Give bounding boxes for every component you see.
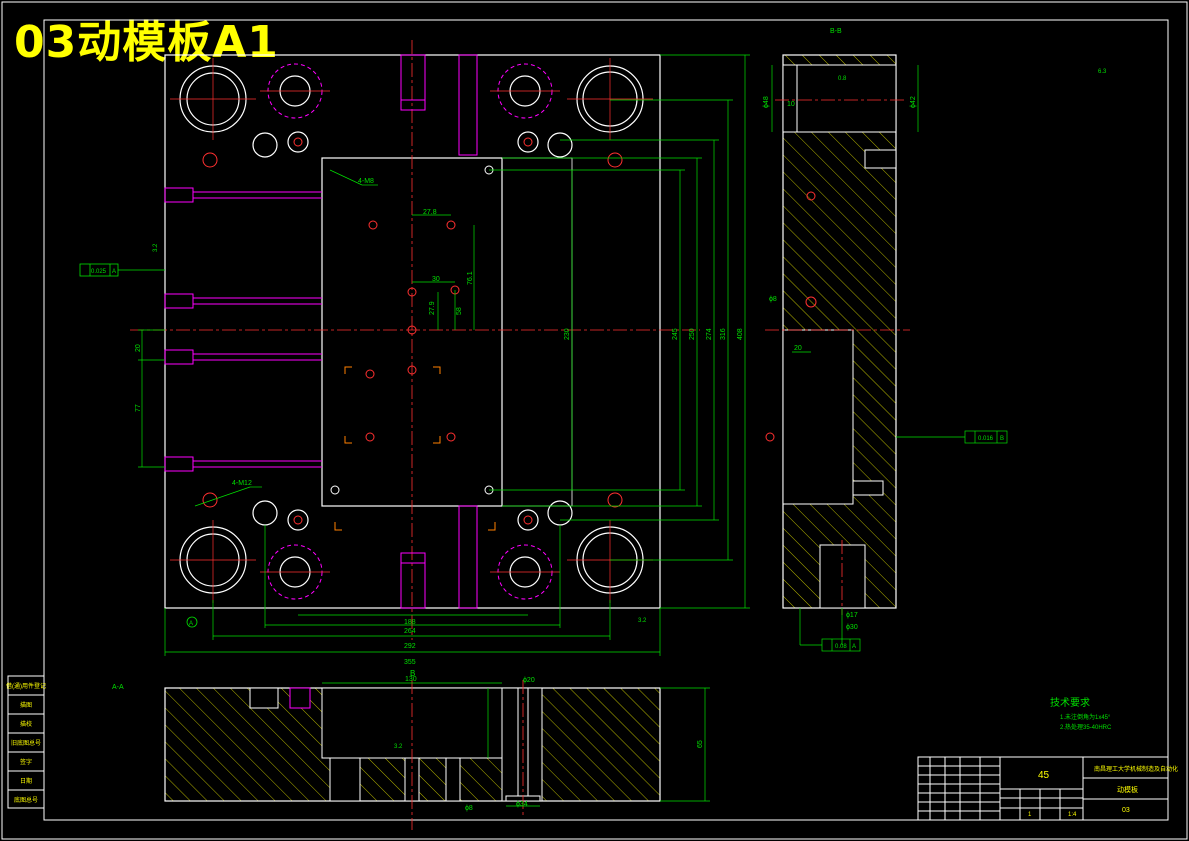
thread-callout-m8: 4-M8 bbox=[358, 178, 374, 185]
dim-76-1: 76.1 bbox=[467, 271, 474, 285]
dim-phi48: ϕ48 bbox=[763, 96, 770, 108]
dim-58: 58 bbox=[456, 307, 463, 315]
dim-30: 30 bbox=[432, 276, 440, 283]
dim-188: 188 bbox=[404, 619, 416, 626]
dim-20: 20 bbox=[135, 344, 142, 352]
dim-20-side: 20 bbox=[794, 345, 802, 352]
dim-10: 10 bbox=[787, 101, 795, 108]
material-label: 45 bbox=[1038, 770, 1050, 781]
roughness-6-3: 6.3 bbox=[1098, 69, 1107, 75]
tech-req-line1: 1.未注倒角为1x45° bbox=[1060, 713, 1111, 721]
dim-27-8: 27.8 bbox=[423, 209, 437, 216]
section-a-a-title: A-A bbox=[112, 684, 124, 691]
technical-requirements: 技术要求 1.未注倒角为1x45° 2.热处理35-40HRC bbox=[1050, 696, 1112, 731]
roughness-3-2: 3.2 bbox=[638, 618, 647, 624]
center-lines bbox=[130, 40, 700, 640]
dim-130: 130 bbox=[405, 676, 417, 683]
section-b-b-title: B-B bbox=[830, 28, 842, 35]
strip-label: 描图 bbox=[20, 701, 32, 709]
flatness-datum: A bbox=[112, 269, 116, 275]
dim-phi42: ϕ42 bbox=[910, 96, 917, 108]
perp-datum: A bbox=[852, 644, 856, 650]
plate-outline bbox=[164, 54, 661, 609]
flatness-tolerance: 0.025 bbox=[91, 269, 107, 275]
dim-264: 264 bbox=[404, 628, 416, 635]
parallel-tolerance: 0.016 bbox=[978, 436, 994, 442]
strip-label: 签字 bbox=[20, 758, 32, 766]
dim-408: 408 bbox=[737, 328, 744, 340]
strip-label: 借(通)用件登记 bbox=[6, 682, 46, 690]
dim-h65: 65 bbox=[697, 740, 704, 748]
dim-316: 316 bbox=[720, 328, 727, 340]
strip-label: 旧底图总号 bbox=[11, 739, 41, 747]
tech-req-heading: 技术要求 bbox=[1050, 696, 1090, 709]
title-block-text: 45 南昌理工大学机械制造及自动化 动模板 03 1:4 1 bbox=[1028, 765, 1178, 818]
cavity-outline bbox=[501, 157, 573, 507]
dim-phi34: ϕ34 bbox=[516, 801, 528, 808]
parallel-datum: B bbox=[1000, 436, 1004, 442]
datum-a-symbol: A bbox=[189, 621, 193, 627]
tech-req-line2: 2.热处理35-40HRC bbox=[1060, 723, 1112, 731]
strip-label: 日期 bbox=[20, 777, 32, 785]
dim-phi17: ϕ17 bbox=[846, 612, 858, 619]
dim-355: 355 bbox=[404, 659, 416, 666]
roughness-0-8: 0.8 bbox=[838, 76, 847, 82]
dim-27-9: 27.9 bbox=[429, 301, 436, 315]
dim-phi8-bottom: ϕ8 bbox=[465, 805, 473, 812]
plan-dim-labels: 355 292 264 188 408 316 274 250 245 230 … bbox=[91, 178, 744, 678]
section-a-a-view bbox=[164, 680, 710, 830]
guide-holes bbox=[179, 65, 644, 594]
dim-245: 245 bbox=[672, 328, 679, 340]
part-name-label: 动模板 bbox=[1117, 785, 1138, 794]
thread-callout-m12: 4-M12 bbox=[232, 480, 252, 487]
perp-tolerance: 0.08 bbox=[835, 644, 847, 650]
dim-250: 250 bbox=[689, 328, 696, 340]
plan-view bbox=[79, 40, 750, 656]
side-bolt-holes bbox=[164, 187, 322, 472]
count-label: 1 bbox=[1028, 812, 1032, 818]
counterbore-holes bbox=[267, 63, 553, 600]
dim-phi8-side: ϕ8 bbox=[769, 296, 777, 303]
scale-label: 1:4 bbox=[1068, 812, 1077, 818]
section-b-b-view bbox=[765, 54, 1008, 652]
left-strip-labels: 借(通)用件登记 描图 描校 旧底图总号 签字 日期 底图总号 bbox=[6, 682, 46, 804]
dim-phi20: ϕ20 bbox=[523, 677, 535, 684]
dim-274: 274 bbox=[706, 328, 713, 340]
roughness-3-2-a: 3.2 bbox=[394, 744, 403, 750]
drawing-number-label: 03 bbox=[1122, 807, 1130, 814]
dimension-lines bbox=[138, 54, 750, 656]
strip-label: 底图总号 bbox=[14, 796, 38, 804]
strip-label: 描校 bbox=[20, 720, 32, 728]
cad-drawing: 借(通)用件登记 描图 描校 旧底图总号 签字 日期 底图总号 355 292 … bbox=[1, 1, 1188, 840]
dim-292: 292 bbox=[404, 643, 416, 650]
dim-phi30: ϕ30 bbox=[846, 624, 858, 631]
school-label: 南昌理工大学机械制造及自动化 bbox=[1094, 765, 1178, 773]
roughness-3-2-left: 3.2 bbox=[153, 243, 159, 252]
dim-77: 77 bbox=[135, 404, 142, 412]
dim-230: 230 bbox=[564, 328, 571, 340]
